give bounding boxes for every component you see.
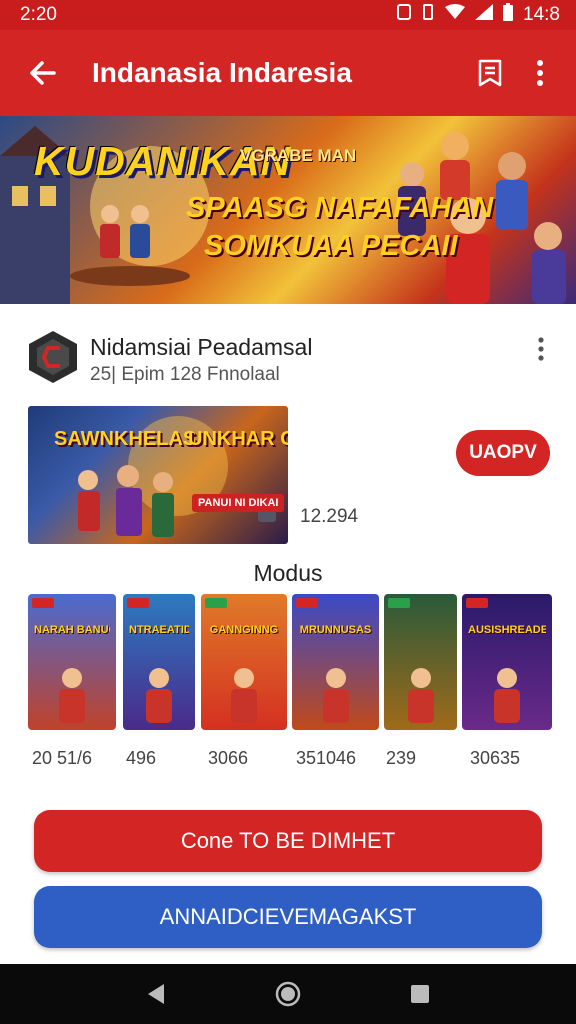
- card-title: GANNGINNG: [209, 624, 279, 636]
- primary-button[interactable]: Cone TO BE DIMHET: [34, 810, 542, 872]
- card-character-art: [146, 668, 172, 723]
- card-count: 3066: [208, 748, 249, 768]
- wifi-icon: [445, 4, 466, 26]
- card-title: NTRAEATIDA: [129, 624, 189, 636]
- publisher-name: Nidamsiai Peadamsal: [90, 334, 313, 360]
- status-icons: 14:8: [397, 3, 560, 27]
- card-title: NARAH BANUOS: [34, 624, 110, 636]
- card-character-art: [494, 668, 520, 723]
- bookmark-icon[interactable]: [472, 55, 508, 91]
- featured-artwork: [78, 416, 276, 537]
- card-character-art: [231, 668, 257, 723]
- more-vert-icon[interactable]: [530, 55, 550, 91]
- card-badge: [466, 598, 488, 608]
- featured-subtitle: UNKHAR CLOCKUS: [188, 428, 288, 450]
- vibrate-icon: [421, 4, 435, 26]
- card-badge: [296, 598, 318, 608]
- system-nav-bar: [0, 964, 576, 1024]
- card-count: 496: [126, 748, 157, 768]
- banner-subtitle: VGRABE MAN: [240, 146, 357, 165]
- overflow-menu-icon[interactable]: [530, 332, 552, 366]
- nfc-icon: [397, 4, 412, 26]
- card-badge: [127, 598, 149, 608]
- featured-count: 12.294: [300, 506, 359, 527]
- nav-back-icon[interactable]: [136, 974, 176, 1014]
- banner-headline: SPAASG NAFAFAHAN: [186, 192, 494, 224]
- card-count: 30635: [470, 748, 521, 768]
- card-count: 351046: [296, 748, 357, 768]
- signal-icon: [475, 4, 494, 26]
- card-count: 239: [386, 748, 417, 768]
- game-card[interactable]: MRUNNUSAS: [292, 594, 379, 730]
- status-clock: 14:8: [523, 4, 560, 25]
- featured-title: SAWNKHELAS: [54, 428, 197, 450]
- game-card[interactable]: AUSISHREADE DINADOSTUS: [462, 594, 552, 730]
- card-title: MRUNNUSAS: [299, 624, 372, 636]
- featured-game-image[interactable]: SAWNKHELAS UNKHAR CLOCKUS PANUI NI DIKAI: [28, 406, 288, 544]
- card-title: AUSISHREADE DINADOSTUS: [468, 624, 546, 636]
- status-bar: 2:20 14:8: [0, 0, 576, 30]
- status-time: 2:20: [20, 4, 57, 25]
- game-card[interactable]: [384, 594, 457, 730]
- card-count: 20 51/6: [32, 748, 93, 768]
- featured-tag: PANUI NI DIKAI: [192, 494, 285, 512]
- card-character-art: [322, 668, 349, 723]
- nav-home-icon[interactable]: [268, 974, 308, 1014]
- publisher-meta: 25| Epim 128 Fnnolaal: [90, 364, 280, 385]
- game-count-list: 20 51/6 496 3066 351046 239 30635: [0, 748, 576, 772]
- card-character-art: [407, 668, 434, 723]
- publisher-logo-icon: [28, 330, 78, 384]
- game-card-list: NARAH BANUOS NTRAEATIDA GANNGINNG MRUNNUSAS…: [28, 594, 552, 730]
- banner-tagline: SOMKUAA PECAII: [204, 230, 458, 262]
- nav-recents-icon[interactable]: [400, 974, 440, 1014]
- game-card[interactable]: NARAH BANUOS: [28, 594, 116, 730]
- battery-icon: [503, 3, 514, 27]
- game-card[interactable]: GANNGINNG: [201, 594, 287, 730]
- page-title: Indanasia Indaresia: [92, 57, 352, 88]
- card-badge: [32, 598, 54, 608]
- secondary-button[interactable]: ANNAIDCIEVEMAGAKST: [34, 886, 542, 948]
- card-badge: [205, 598, 227, 608]
- publisher-row[interactable]: Nidamsiai Peadamsal 25| Epim 128 Fnnolaa…: [0, 326, 576, 388]
- app-bar: Indanasia Indaresia: [0, 30, 576, 116]
- hero-banner[interactable]: KUDANIKAN VGRABE MAN SPAASG NAFAFAHAN SO…: [0, 116, 576, 304]
- install-button[interactable]: UAOPV: [456, 430, 550, 476]
- back-arrow-icon[interactable]: [22, 53, 62, 93]
- game-card[interactable]: NTRAEATIDA: [123, 594, 195, 730]
- card-character-art: [59, 668, 85, 723]
- section-title: Modus: [253, 560, 323, 586]
- card-badge: [388, 598, 410, 608]
